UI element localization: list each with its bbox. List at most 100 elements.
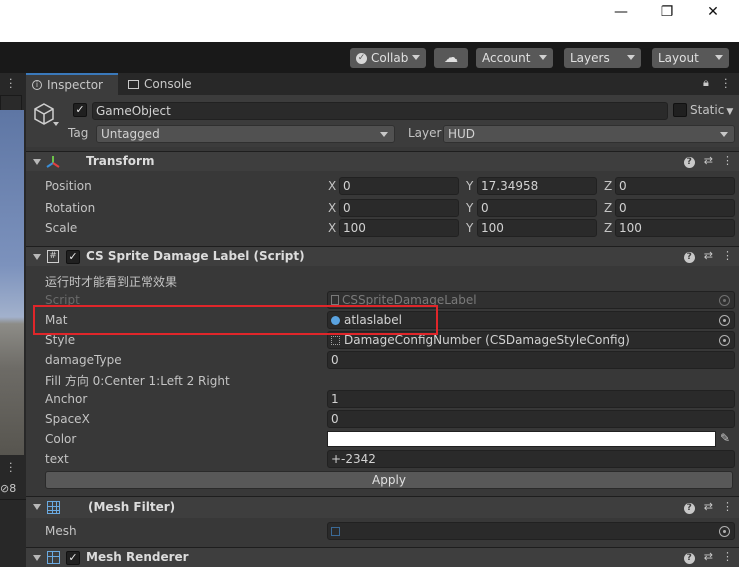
presets-icon[interactable]: ⇄ [704, 500, 713, 514]
minimize-button[interactable]: — [598, 0, 644, 24]
presets-icon[interactable]: ⇄ [704, 550, 713, 564]
color-swatch-field[interactable] [327, 431, 716, 447]
scriptable-object-icon [331, 335, 340, 345]
help-icon[interactable]: ? [683, 553, 695, 564]
axis-y-label: Y [466, 179, 474, 193]
layers-label: Layers [570, 51, 610, 65]
foldout-arrow-icon[interactable] [33, 159, 41, 165]
eye-slash-icon: ⊘ [0, 482, 10, 495]
rotation-z-field[interactable]: 0 [615, 199, 735, 217]
transform-title: Transform [86, 154, 155, 168]
layout-dropdown[interactable]: Layout [652, 48, 729, 68]
transform-icon [46, 156, 60, 168]
object-picker-icon [719, 295, 730, 306]
scene-view-image[interactable] [0, 110, 24, 455]
rotation-label: Rotation [45, 201, 96, 215]
script-component-header[interactable]: # ✓ CS Sprite Damage Label (Script) ? ⇄ … [26, 246, 739, 266]
scale-label: Scale [45, 221, 78, 235]
rotation-y-field[interactable]: 0 [477, 199, 597, 217]
help-icon[interactable]: ? [683, 252, 695, 263]
account-dropdown[interactable]: Account [476, 48, 553, 68]
static-dropdown[interactable]: Static ▼ [690, 103, 733, 117]
collab-label: Collab [371, 51, 409, 65]
kebab-menu-icon[interactable]: ⋮ [722, 550, 733, 564]
chevron-down-icon [412, 55, 420, 60]
cloud-button[interactable]: ☁ [434, 48, 468, 68]
console-icon [128, 79, 139, 89]
active-checkbox[interactable]: ✓ [73, 103, 87, 117]
gameobject-name-field[interactable]: GameObject [92, 102, 668, 120]
gameobject-header: ✓ GameObject Static ▼ Tag Untagged Layer … [26, 95, 739, 147]
kebab-menu-icon[interactable]: ⋮ [722, 500, 733, 514]
maximize-button[interactable]: ❐ [644, 0, 690, 24]
object-picker-icon[interactable] [719, 335, 730, 346]
transform-header[interactable]: Transform ? ⇄ ⋮ [26, 151, 739, 171]
presets-icon[interactable]: ⇄ [704, 154, 713, 168]
eyedropper-icon[interactable]: ✎ [720, 431, 730, 445]
position-x-field[interactable]: 0 [339, 177, 459, 195]
position-y-field[interactable]: 17.34958 [477, 177, 597, 195]
layer-dropdown[interactable]: HUD [443, 125, 735, 143]
spacex-label: SpaceX [45, 412, 90, 426]
close-button[interactable]: ✕ [690, 0, 736, 24]
mesh-renderer-title: Mesh Renderer [86, 550, 189, 564]
panel-divider [0, 499, 26, 500]
tag-label: Tag [68, 126, 89, 140]
mesh-field[interactable] [327, 522, 735, 540]
help-icon[interactable]: ? [683, 157, 695, 168]
script-hash-icon: # [47, 250, 59, 263]
object-picker-icon[interactable] [719, 315, 730, 326]
tag-dropdown[interactable]: Untagged [96, 125, 395, 143]
foldout-arrow-icon[interactable] [33, 254, 41, 260]
visibility-count: 8 [9, 482, 17, 495]
chevron-down-icon[interactable] [53, 122, 59, 126]
mesh-renderer-header[interactable]: ✓ Mesh Renderer ? ⇄ ⋮ [26, 547, 739, 567]
collab-button[interactable]: ✓ Collab [350, 48, 426, 68]
chevron-down-icon [715, 55, 723, 60]
mesh-renderer-enabled-checkbox[interactable]: ✓ [66, 551, 80, 565]
tab-console[interactable]: Console [124, 73, 214, 95]
axis-x-label: X [328, 221, 337, 235]
scale-z-field[interactable]: 100 [615, 219, 735, 237]
layout-label: Layout [658, 51, 699, 65]
kebab-menu-icon[interactable]: ⋮ [722, 154, 733, 168]
scene-search-field[interactable] [0, 95, 22, 111]
presets-icon[interactable]: ⇄ [704, 249, 713, 263]
kebab-menu-icon[interactable]: ⋮ [722, 249, 733, 263]
mesh-filter-header[interactable]: (Mesh Filter) ? ⇄ ⋮ [26, 496, 739, 518]
cloud-icon: ☁ [444, 50, 458, 66]
scale-x-field[interactable]: 100 [339, 219, 459, 237]
tab-console-label: Console [144, 77, 192, 91]
help-icon[interactable]: ? [683, 503, 695, 514]
chevron-down-icon [539, 55, 547, 60]
collab-icon: ✓ [356, 52, 367, 64]
damage-type-field[interactable]: 0 [327, 351, 735, 369]
lock-icon[interactable]: 🔒︎ [703, 76, 709, 90]
visibility-badge: ⊘8 [0, 482, 16, 495]
axis-z-label: Z [604, 201, 613, 215]
static-checkbox[interactable] [673, 103, 687, 117]
anchor-field[interactable]: 1 [327, 390, 735, 408]
kebab-menu-icon[interactable]: · · · [9, 74, 13, 93]
layers-dropdown[interactable]: Layers [564, 48, 641, 68]
style-label: Style [45, 333, 76, 347]
kebab-menu-icon[interactable]: · · · [724, 74, 728, 93]
spacex-field[interactable]: 0 [327, 410, 735, 428]
color-label: Color [45, 432, 77, 446]
object-picker-icon[interactable] [719, 526, 730, 537]
window-title-bar: — ❐ ✕ [0, 0, 739, 42]
kebab-menu-icon[interactable]: · · · [9, 458, 13, 477]
style-value: DamageConfigNumber (CSDamageStyleConfig) [344, 333, 630, 347]
apply-button[interactable]: Apply [45, 471, 733, 489]
scale-y-field[interactable]: 100 [477, 219, 597, 237]
axis-x-label: X [328, 201, 337, 215]
highlight-box [33, 305, 438, 335]
foldout-arrow-icon[interactable] [33, 504, 41, 510]
script-enabled-checkbox[interactable]: ✓ [66, 250, 80, 264]
position-z-field[interactable]: 0 [615, 177, 735, 195]
tab-inspector[interactable]: i Inspector [26, 73, 118, 95]
text-field[interactable]: +-2342 [327, 450, 735, 468]
foldout-arrow-icon[interactable] [33, 555, 41, 561]
script-component-title: CS Sprite Damage Label (Script) [86, 249, 305, 263]
rotation-x-field[interactable]: 0 [339, 199, 459, 217]
